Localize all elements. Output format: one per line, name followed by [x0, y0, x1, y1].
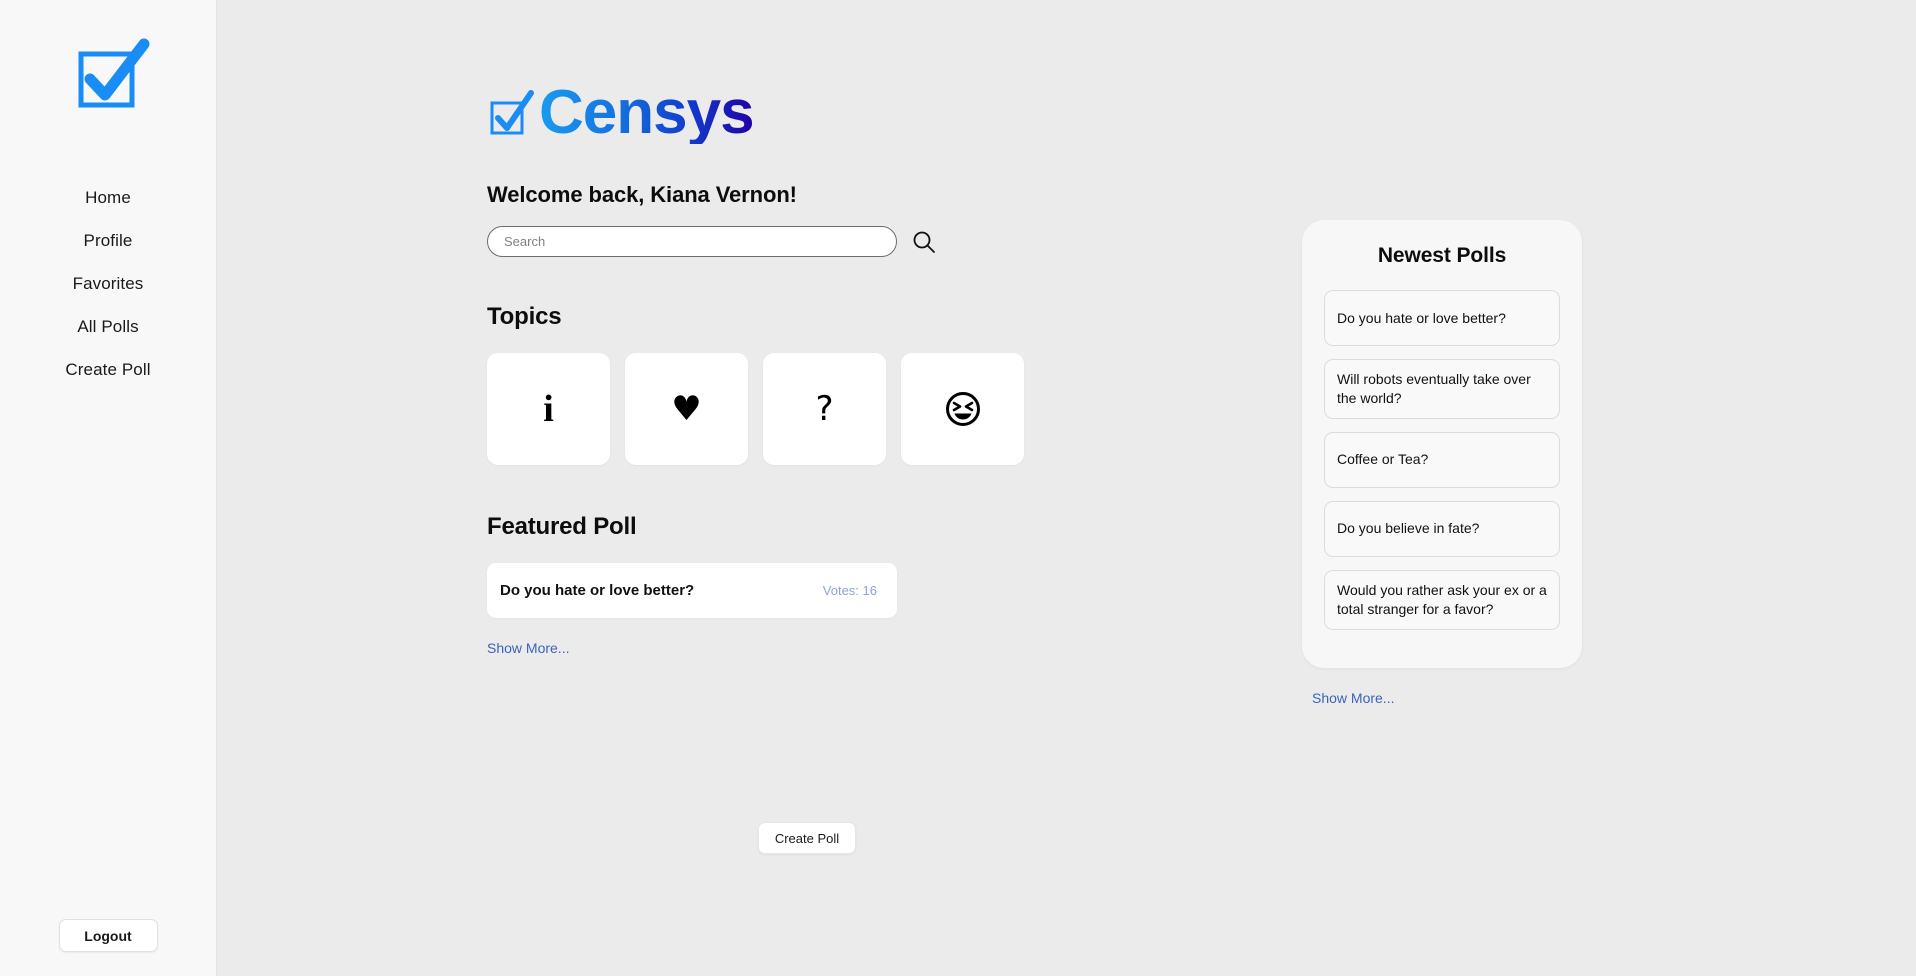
info-icon: i — [543, 388, 554, 430]
newest-poll-question: Coffee or Tea? — [1337, 451, 1429, 468]
sidebar-item-favorites[interactable]: Favorites — [73, 262, 144, 305]
featured-poll-votes: Votes: 16 — [822, 583, 877, 598]
create-poll-button[interactable]: Create Poll — [758, 822, 856, 854]
newest-poll-item[interactable]: Coffee or Tea? — [1324, 431, 1560, 488]
question-mark-icon: ? — [815, 389, 834, 429]
sidebar-item-profile[interactable]: Profile — [84, 219, 133, 262]
newest-poll-item[interactable]: Will robots eventually take over the wor… — [1324, 359, 1560, 419]
primary-column: Censys Welcome back, Kiana Vernon! Topic… — [487, 0, 1127, 658]
search-input[interactable] — [487, 226, 897, 257]
newest-polls-show-more-link[interactable]: Show More... — [1312, 690, 1394, 706]
newest-polls-panel: Newest Polls Do you hate or love better?… — [1302, 220, 1582, 668]
main-content: Censys Welcome back, Kiana Vernon! Topic… — [217, 0, 1916, 976]
sidebar-item-label: Favorites — [72, 274, 144, 293]
heart-icon: ♥ — [671, 389, 702, 429]
featured-poll-question: Do you hate or love better? — [500, 582, 695, 599]
topics-heading: Topics — [487, 303, 562, 330]
sidebar-item-label: All Polls — [77, 317, 139, 336]
sidebar-item-label: Profile — [83, 231, 133, 250]
newest-poll-item[interactable]: Do you hate or love better? — [1324, 290, 1560, 346]
newest-poll-question: Do you believe in fate? — [1337, 520, 1480, 537]
brand-wordmark: Censys — [539, 78, 755, 147]
featured-poll-card[interactable]: Do you hate or love better? Votes: 16 — [487, 563, 897, 618]
search-icon — [913, 231, 935, 253]
sidebar-item-home[interactable]: Home — [85, 176, 131, 219]
topic-card-love[interactable]: ♥ — [625, 353, 748, 465]
topics-grid: i ♥ ? — [487, 353, 1127, 465]
sidebar-item-all-polls[interactable]: All Polls — [77, 305, 138, 348]
create-poll-container: Create Poll — [487, 822, 1127, 854]
newest-polls-heading: Newest Polls — [1377, 244, 1507, 267]
checkbox-check-icon — [78, 38, 150, 108]
search-button[interactable] — [909, 227, 939, 257]
brand-logo: Censys — [487, 80, 1127, 146]
sidebar-item-label: Create Poll — [65, 360, 151, 379]
sidebar-nav: Home Profile Favorites All Polls Create … — [0, 176, 216, 391]
topic-card-info[interactable]: i — [487, 353, 610, 465]
newest-poll-item[interactable]: Do you believe in fate? — [1324, 500, 1560, 557]
welcome-heading: Welcome back, Kiana Vernon! — [487, 182, 797, 207]
logout-button[interactable]: Logout — [58, 919, 158, 952]
sidebar-item-create-poll[interactable]: Create Poll — [65, 348, 150, 391]
laughing-face-icon — [945, 392, 980, 426]
topic-card-funny[interactable] — [901, 353, 1024, 465]
featured-show-more-link[interactable]: Show More... — [487, 640, 569, 656]
logout-container: Logout — [0, 919, 216, 952]
newest-polls-section: Newest Polls Do you hate or love better?… — [1302, 220, 1582, 708]
topic-card-question[interactable]: ? — [763, 353, 886, 465]
sidebar-item-label: Home — [85, 188, 131, 207]
search-row — [487, 226, 1127, 257]
featured-poll-heading: Featured Poll — [487, 513, 637, 540]
sidebar: Home Profile Favorites All Polls Create … — [0, 0, 217, 976]
checkbox-check-icon — [490, 90, 534, 135]
newest-poll-question: Would you rather ask your ex or a total … — [1337, 581, 1547, 617]
app-root: Home Profile Favorites All Polls Create … — [0, 0, 1916, 976]
newest-poll-question: Will robots eventually take over the wor… — [1337, 371, 1531, 406]
newest-poll-item[interactable]: Would you rather ask your ex or a total … — [1324, 569, 1560, 630]
sidebar-logo[interactable] — [62, 30, 154, 122]
newest-poll-question: Do you hate or love better? — [1337, 309, 1506, 326]
